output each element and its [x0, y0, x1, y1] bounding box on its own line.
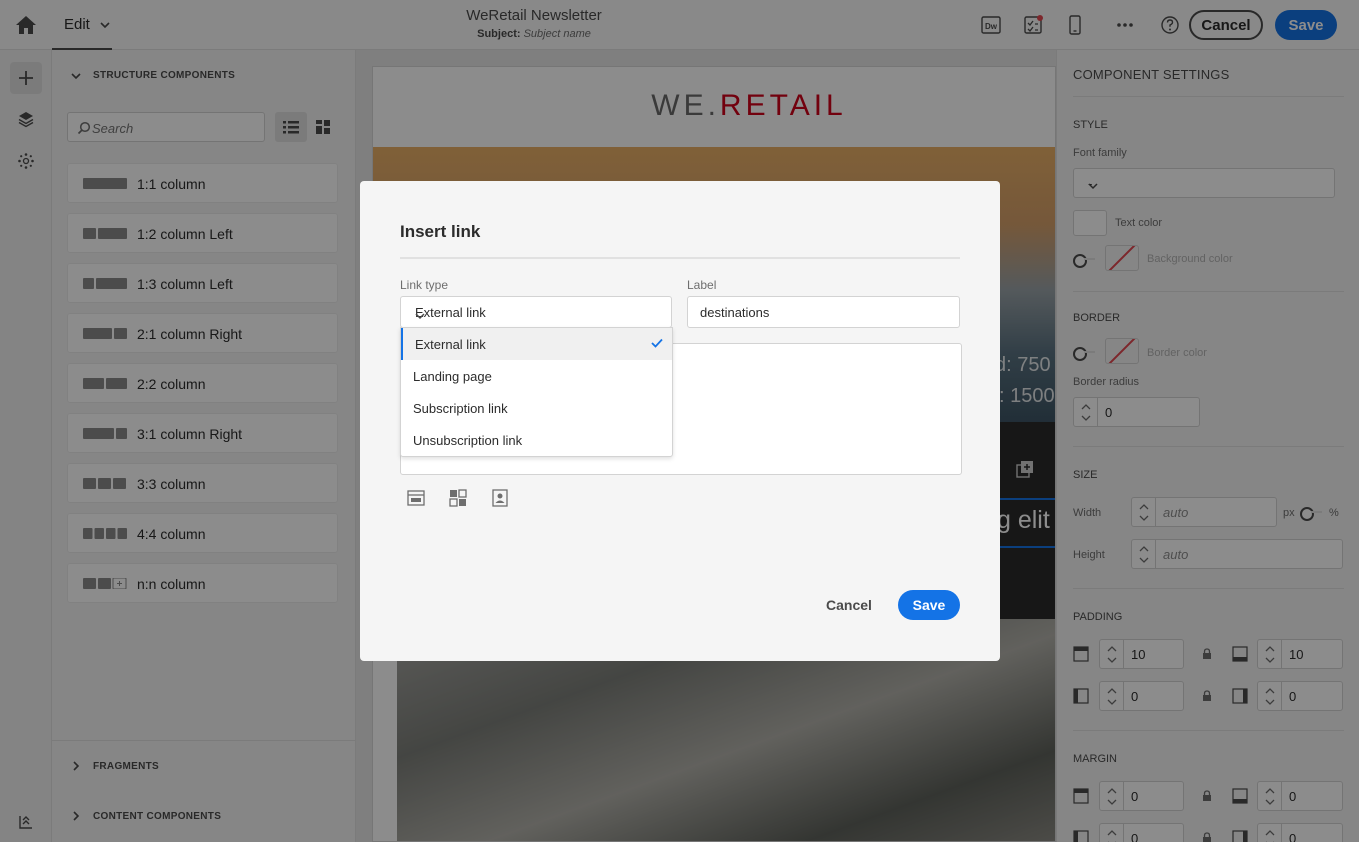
option-label: Unsubscription link: [413, 433, 523, 448]
option-label: Subscription link: [413, 401, 508, 416]
chevron-down-icon: [415, 309, 425, 320]
option-label: Landing page: [413, 369, 492, 384]
dialog-cancel-button[interactable]: Cancel: [819, 590, 879, 620]
insert-personalization-icon[interactable]: [491, 489, 509, 507]
link-type-value: External link: [415, 305, 486, 320]
link-type-dropdown: External link Landing page Subscription …: [400, 327, 673, 457]
insert-block-icon[interactable]: [407, 489, 425, 507]
link-type-select[interactable]: External link: [400, 296, 672, 328]
option-subscription-link[interactable]: Subscription link: [401, 392, 672, 424]
dialog-title: Insert link: [400, 222, 481, 241]
checkmark-icon: [651, 338, 663, 348]
option-landing-page[interactable]: Landing page: [401, 360, 672, 392]
dialog-save-button[interactable]: Save: [898, 590, 960, 620]
dialog-divider: [400, 257, 960, 259]
option-external-link[interactable]: External link: [401, 328, 672, 360]
label-input[interactable]: destinations: [687, 296, 960, 328]
label-input-value: destinations: [700, 305, 770, 320]
option-label: External link: [415, 337, 486, 352]
insert-grid-icon[interactable]: [449, 489, 467, 507]
label-field-label: Label: [687, 278, 717, 292]
option-unsubscription-link[interactable]: Unsubscription link: [401, 424, 672, 456]
link-type-label: Link type: [400, 278, 449, 292]
